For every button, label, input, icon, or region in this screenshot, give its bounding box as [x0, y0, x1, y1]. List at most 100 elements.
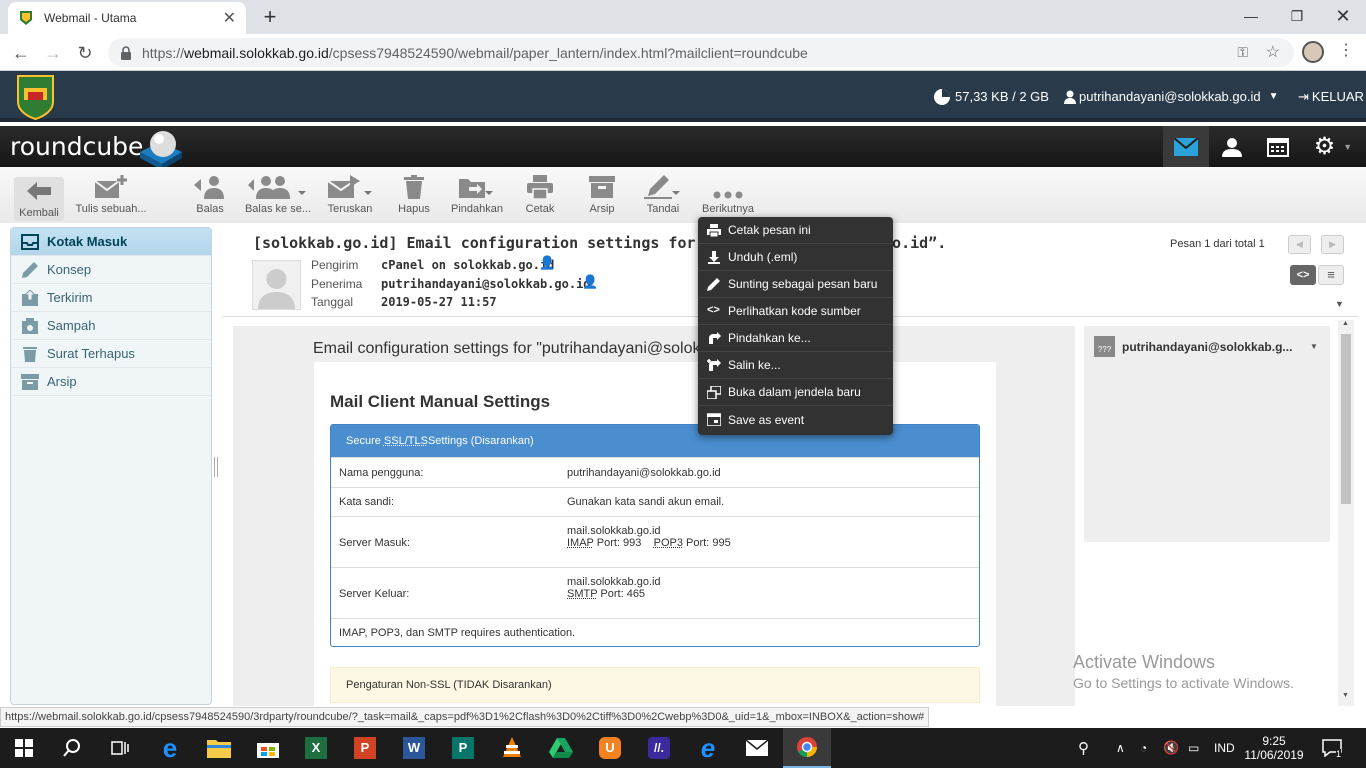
restore-button[interactable]: ❐: [1274, 0, 1320, 32]
network-icon[interactable]: ◔: [1140, 728, 1147, 768]
back-button[interactable]: Kembali: [14, 177, 64, 221]
file-explorer-icon[interactable]: [195, 728, 243, 768]
store-icon[interactable]: [244, 728, 292, 768]
forward-arrow-icon[interactable]: →: [40, 40, 66, 66]
reload-icon[interactable]: ↻: [72, 40, 98, 66]
more-dots-icon: [713, 191, 743, 199]
mark-button[interactable]: Tandai: [643, 173, 683, 221]
menu-save-as-event[interactable]: Save as event: [698, 406, 893, 433]
input-language[interactable]: IND: [1214, 728, 1235, 768]
people-icon[interactable]: ⚲: [1078, 728, 1089, 768]
volume-muted-icon[interactable]: 🔇: [1163, 728, 1179, 768]
windows-activation-watermark: Activate Windows Go to Settings to activ…: [1073, 652, 1294, 691]
message-toolbar: Kembali Tulis sebuah... Balas Balas ke s…: [0, 167, 1366, 223]
close-window-button[interactable]: ✕: [1320, 0, 1366, 32]
delete-button[interactable]: Hapus: [396, 173, 432, 221]
menu-print[interactable]: Cetak pesan ini: [698, 217, 893, 244]
start-button[interactable]: [0, 728, 48, 768]
key-icon[interactable]: ⚿: [1237, 44, 1248, 61]
address-bar[interactable]: https://webmail.solokkab.go.id/cpsess794…: [108, 38, 1294, 67]
publisher-icon[interactable]: P: [439, 728, 487, 768]
internet-explorer-icon[interactable]: e: [684, 728, 732, 768]
back-arrow-icon[interactable]: ←: [8, 40, 34, 66]
forward-label: Teruskan: [327, 203, 373, 215]
compose-envelope-icon: [95, 175, 127, 198]
disk-quota[interactable]: 57,33 KB / 2 GB: [933, 71, 1049, 122]
calendar-task-button[interactable]: [1255, 126, 1301, 167]
excel-icon[interactable]: X: [292, 728, 340, 768]
folder-trash[interactable]: Surat Terhapus: [11, 340, 211, 368]
scroll-down-icon[interactable]: ▼: [1342, 692, 1349, 699]
incoming-ports: IMAP Port: 993 POP3 Port: 995: [567, 537, 731, 549]
vlc-icon[interactable]: [488, 728, 536, 768]
browser-tab-bar: Webmail - Utama ✕ + — ❐ ✕: [0, 0, 1366, 34]
folder-archive[interactable]: Arsip: [11, 368, 211, 396]
next-message-button[interactable]: ▶: [1321, 235, 1344, 254]
scrollbar-thumb[interactable]: [1341, 334, 1351, 504]
powerpoint-icon[interactable]: P: [341, 728, 389, 768]
contacts-task-button[interactable]: [1209, 126, 1255, 167]
trash-icon: [404, 175, 424, 199]
more-button[interactable]: Berikutnya: [700, 173, 756, 221]
smtp-port: Port: 465: [597, 588, 646, 600]
clock[interactable]: 9:25 11/06/2019: [1244, 728, 1303, 768]
expand-header-icon[interactable]: ▼: [1335, 299, 1344, 309]
new-tab-button[interactable]: +: [258, 4, 282, 30]
add-contact-icon[interactable]: 👤: [539, 255, 555, 271]
to-value[interactable]: putrihandayani@solokkab.go.id: [381, 277, 591, 291]
reply-all-button[interactable]: Balas ke se...: [243, 173, 313, 221]
browser-tab[interactable]: Webmail - Utama ✕: [8, 2, 246, 34]
scroll-up-icon[interactable]: ▲: [1342, 320, 1349, 327]
from-value[interactable]: cPanel on solokkab.go.id: [381, 258, 554, 272]
archive-button[interactable]: Arsip: [584, 173, 620, 221]
drive-icon[interactable]: [537, 728, 585, 768]
tab-close-icon[interactable]: ✕: [223, 8, 236, 28]
minimize-button[interactable]: —: [1228, 0, 1274, 32]
reply-button[interactable]: Balas: [190, 173, 230, 221]
contact-caret-icon[interactable]: ▼: [1310, 342, 1318, 351]
menu-copy-to[interactable]: Salin ke...: [698, 352, 893, 379]
body-scrollbar[interactable]: ▲ ▼: [1338, 320, 1354, 706]
task-view-icon[interactable]: [96, 728, 144, 768]
browser-menu-icon[interactable]: ⋮: [1338, 40, 1354, 60]
folder-sent[interactable]: Terkirim: [11, 284, 211, 312]
pane-splitter[interactable]: [214, 457, 218, 477]
folder-junk[interactable]: Sampah: [11, 312, 211, 340]
contact-card: ??? putrihandayani@solokkab.g... ▼: [1084, 326, 1330, 542]
contact-email[interactable]: putrihandayani@solokkab.g...: [1122, 340, 1292, 354]
bookmark-star-icon[interactable]: ☆: [1266, 42, 1280, 62]
logout-button[interactable]: ⇥ KELUAR: [1298, 71, 1364, 122]
edge-icon[interactable]: e: [146, 728, 194, 768]
mail-task-button[interactable]: [1163, 126, 1209, 167]
menu-edit-as-new[interactable]: Sunting sebagai pesan baru: [698, 271, 893, 298]
uc-browser-icon[interactable]: U: [586, 728, 634, 768]
compose-button[interactable]: Tulis sebuah...: [75, 173, 147, 221]
profile-avatar[interactable]: [1302, 41, 1324, 63]
menu-move-to[interactable]: Pindahkan ke...: [698, 325, 893, 352]
lock-icon: [121, 45, 131, 60]
battery-icon[interactable]: ▭: [1188, 728, 1199, 768]
folder-drafts[interactable]: Konsep: [11, 256, 211, 284]
menu-download[interactable]: Unduh (.eml): [698, 244, 893, 271]
html-view-button[interactable]: <>: [1290, 265, 1316, 285]
forward-button[interactable]: Teruskan: [326, 173, 374, 221]
word-icon[interactable]: W: [390, 728, 438, 768]
menu-view-source[interactable]: <> Perlihatkan kode sumber: [698, 298, 893, 325]
add-contact-icon[interactable]: 👤: [582, 274, 598, 290]
mail-app-icon[interactable]: [733, 728, 781, 768]
folder-inbox[interactable]: Kotak Masuk: [11, 228, 211, 256]
more-label: Berikutnya: [702, 203, 754, 215]
search-icon[interactable]: [48, 728, 96, 768]
plain-view-button[interactable]: ≡: [1318, 265, 1344, 285]
show-hidden-icons[interactable]: ∧: [1116, 728, 1125, 768]
chrome-icon[interactable]: [783, 728, 831, 768]
print-button[interactable]: Cetak: [522, 173, 558, 221]
site-logo[interactable]: [16, 74, 55, 120]
prev-message-button[interactable]: ◀: [1288, 235, 1311, 254]
action-center-icon[interactable]: 1: [1322, 728, 1347, 768]
user-menu[interactable]: putrihandayani@solokkab.go.id ▼: [1064, 71, 1279, 122]
settings-task-button[interactable]: ⚙ ▼: [1303, 126, 1363, 167]
menu-open-new-window[interactable]: Buka dalam jendela baru: [698, 379, 893, 406]
app-icon[interactable]: //.: [635, 728, 683, 768]
move-button[interactable]: Pindahkan: [449, 173, 505, 221]
